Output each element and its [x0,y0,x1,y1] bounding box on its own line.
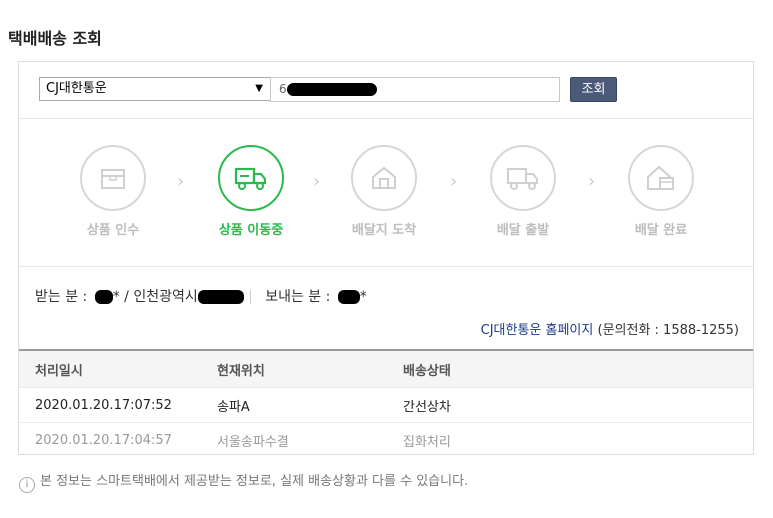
tracking-history: 처리일시 현재위치 배송상태 2020.01.20.17:07:52 송파A 간… [19,349,753,457]
redaction-mark [197,290,244,304]
carrier-homepage-link[interactable]: CJ대한통운 홈페이지 [481,323,594,338]
redaction-mark [94,290,113,304]
chevron-down-icon: ▼ [255,83,263,94]
column-header-location: 현재위치 [217,349,403,388]
history-table: 처리일시 현재위치 배송상태 2020.01.20.17:07:52 송파A 간… [19,349,753,457]
step-in-transit: 상품 이동중 [206,145,296,238]
delivery-progress-steps: 상품 인수 › 상품 이동중 › 배달지 도착 › 배달 출발 › 배달 완료 [19,118,753,267]
row-time: 2020.01.20.17:04:57 [19,422,217,457]
house-package-icon [628,145,694,211]
divider [249,290,251,304]
chevron-right-icon: › [313,171,321,192]
step-delivered: 배달 완료 [616,145,706,238]
step-label: 상품 이동중 [218,223,284,238]
carrier-phone: (문의전화 : 1588-1255) [597,323,740,338]
table-row: 2020.01.20.17:07:52 송파A 간선상차 [19,387,753,423]
parties-line: 받는 분 : * / 인천광역시 보내는 분 : * [35,286,367,306]
tracking-number-input[interactable]: 6 [270,77,560,102]
info-icon: i [19,477,35,493]
tracking-panel: CJ대한통운 ▼ 6 조회 상품 인수 › 상품 이동중 › 배달지 도착 › … [18,61,754,457]
step-out-for-delivery: 배달 출발 [478,145,568,238]
step-label: 배달 완료 [634,223,688,238]
recipient-label: 받는 분 : [35,289,88,305]
page-title: 택배배송 조회 [8,29,102,48]
truck-icon [218,145,284,211]
disclaimer-note: i 본 정보는 스마트택배에서 제공받는 정보로, 실제 배송상황과 다를 수 있… [19,470,468,493]
chevron-right-icon: › [177,171,185,192]
row-time: 2020.01.20.17:07:52 [19,387,217,423]
sender-label: 보내는 분 : [265,289,331,305]
step-label: 배달지 도착 [351,223,417,238]
column-header-time: 처리일시 [19,349,217,388]
table-header-row: 처리일시 현재위치 배송상태 [19,349,753,388]
carrier-select-value: CJ대한통운 [46,81,107,96]
row-location: 송파A [217,387,403,423]
sender-name: * [359,289,367,305]
tracking-number-value: 6 [279,82,287,96]
step-label: 배달 출발 [496,223,550,238]
redaction-mark [287,83,377,96]
carrier-select[interactable]: CJ대한통운 ▼ [39,77,271,101]
step-pickup: 상품 인수 [68,145,158,238]
chevron-right-icon: › [588,171,596,192]
recipient-region: / 인천광역시 [124,289,198,305]
box-icon [80,145,146,211]
row-location: 서울송파수결 [217,422,403,457]
shipment-info: 받는 분 : * / 인천광역시 보내는 분 : * CJ대한통운 홈페이지 (… [19,266,753,349]
search-button[interactable]: 조회 [570,77,617,102]
step-arrived: 배달지 도착 [339,145,429,238]
table-row: 2020.01.20.17:04:57 서울송파수결 집화처리 [19,422,753,457]
carrier-homepage-line: CJ대한통운 홈페이지 (문의전화 : 1588-1255) [481,319,739,338]
house-icon [351,145,417,211]
disclaimer-text: 본 정보는 스마트택배에서 제공받는 정보로, 실제 배송상황과 다를 수 있습… [40,474,469,489]
row-status: 간선상차 [403,387,753,423]
step-label: 상품 인수 [86,223,140,238]
delivery-truck-icon [490,145,556,211]
row-status: 집화처리 [403,422,753,457]
recipient-name: * [112,289,120,305]
redaction-mark [337,290,360,304]
chevron-right-icon: › [450,171,458,192]
search-row: CJ대한통운 ▼ 6 조회 [19,62,753,119]
column-header-status: 배송상태 [403,349,753,388]
